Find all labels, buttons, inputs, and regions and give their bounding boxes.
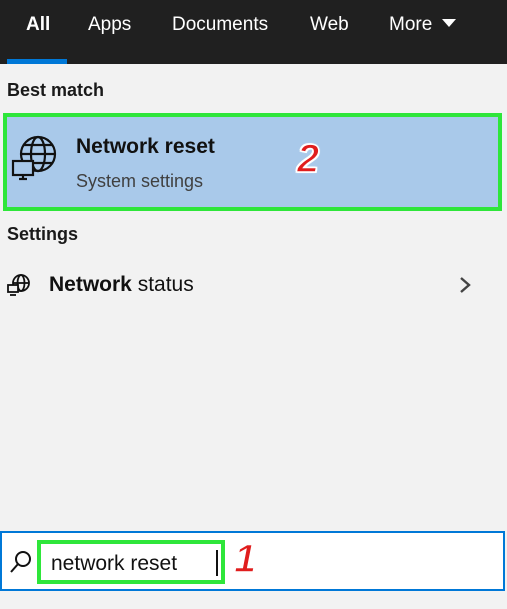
best-match-title: Network reset bbox=[76, 135, 215, 158]
tab-more-label: More bbox=[389, 14, 433, 35]
settings-heading: Settings bbox=[7, 224, 79, 244]
tab-more[interactable]: More bbox=[389, 13, 457, 37]
best-match-heading: Best match bbox=[7, 80, 105, 100]
best-match-subtitle: System settings bbox=[76, 171, 204, 191]
search-input[interactable]: network reset bbox=[37, 540, 225, 584]
tab-web[interactable]: Web bbox=[310, 13, 349, 37]
step-2-marker: 2 bbox=[296, 137, 320, 181]
tab-documents[interactable]: Documents bbox=[172, 13, 268, 37]
chevron-right-icon[interactable] bbox=[458, 275, 472, 295]
search-input-value: network reset bbox=[51, 552, 178, 575]
best-match-result[interactable]: Network reset System settings 2 bbox=[3, 113, 502, 211]
search-panel: All Apps Documents Web More Best match N… bbox=[0, 0, 507, 609]
globe-monitor-icon bbox=[11, 135, 57, 181]
search-icon bbox=[10, 551, 31, 573]
active-tab-indicator bbox=[7, 59, 67, 64]
search-box[interactable]: network reset 1 bbox=[0, 531, 505, 591]
network-status-label-bold: Network bbox=[49, 273, 132, 296]
text-caret bbox=[216, 550, 218, 576]
step-1-marker: 1 bbox=[233, 537, 257, 581]
pc-network-icon bbox=[7, 274, 30, 296]
network-status-label: Network status bbox=[49, 273, 194, 297]
network-status-result[interactable]: Network status bbox=[0, 262, 507, 308]
chevron-down-icon bbox=[442, 19, 457, 27]
tab-all[interactable]: All bbox=[26, 13, 50, 37]
tab-apps[interactable]: Apps bbox=[88, 13, 131, 37]
search-scope-tabs: All Apps Documents Web More bbox=[0, 0, 507, 64]
network-status-label-rest: status bbox=[131, 273, 194, 296]
